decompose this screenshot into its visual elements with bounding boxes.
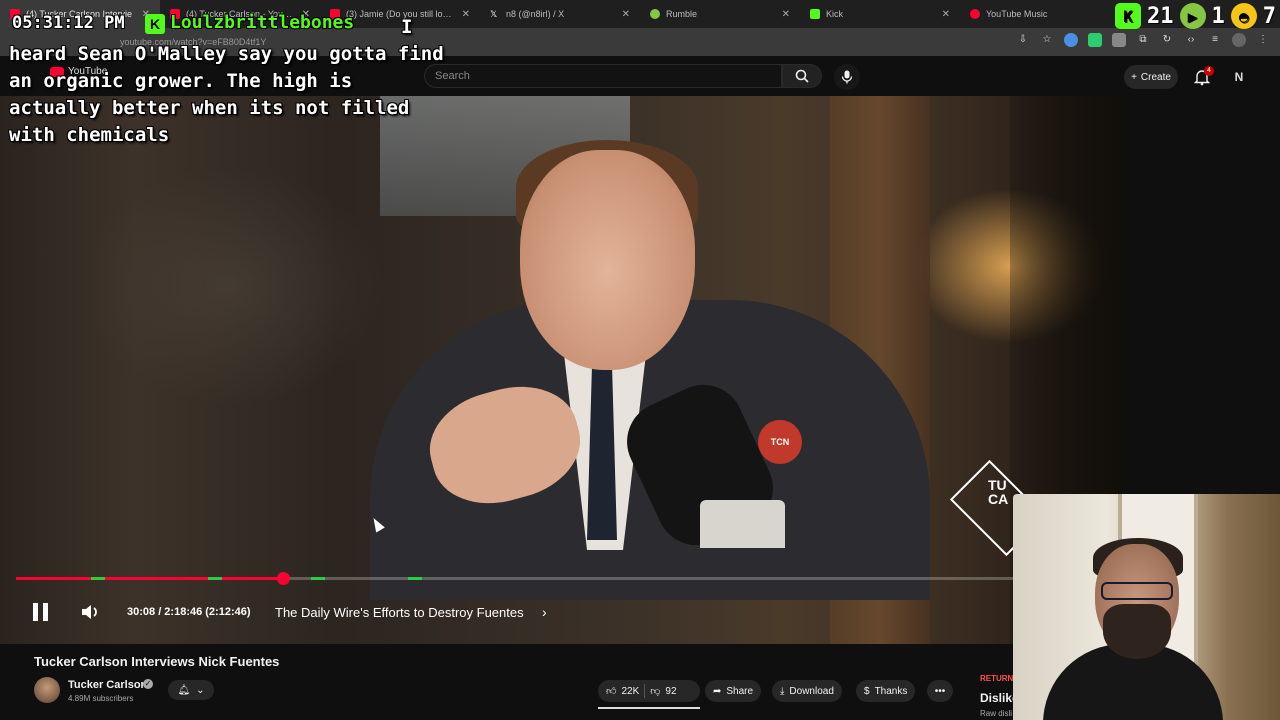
x-favicon-icon: 𝕏 (490, 9, 498, 19)
webcam-person-glasses (1101, 582, 1173, 600)
webcam-person-beard (1103, 604, 1171, 659)
download-icon: ⤓ (780, 685, 785, 697)
pause-icon (42, 603, 48, 621)
divider (644, 684, 646, 698)
close-tab-icon[interactable]: ✕ (782, 9, 790, 20)
menu-kebab-icon[interactable]: ⋮ (1256, 33, 1270, 47)
dislike-count[interactable]: 92 (665, 686, 676, 697)
progress-scrubber-handle[interactable] (277, 572, 291, 585)
youtube-music-favicon-icon (970, 9, 980, 19)
thanks-icon: $ (864, 685, 870, 697)
microphone-icon (841, 70, 853, 84)
stream-stats-overlay: K 21 ▶ 1 ◓ 7 (1115, 3, 1276, 29)
tab-title: n8 (@n8irl) / X (506, 9, 565, 19)
create-label: Create (1140, 71, 1171, 83)
overlay-clock: 05:31:12 PM (12, 13, 125, 33)
search-icon (795, 69, 809, 83)
video-mug (700, 500, 785, 548)
return-dislike-label: RETURN (980, 674, 1014, 683)
total-viewer-count: 7 (1262, 3, 1276, 29)
devtools-icon[interactable]: ‹› (1184, 33, 1198, 47)
subscribed-notifications-button[interactable]: 🔔︎ ⌄ (168, 680, 214, 700)
browser-tab-3[interactable]: 𝕏 n8 (@n8irl) / X ✕ (480, 0, 640, 28)
sunglasses-emoji-icon: ◓ (1230, 3, 1257, 29)
account-avatar[interactable]: N (1230, 68, 1248, 86)
rumble-play-icon: ▶ (1179, 3, 1206, 29)
channel-name[interactable]: Tucker Carlson (68, 679, 147, 691)
chapter-marker (208, 577, 222, 580)
chevron-down-icon: ⌄ (196, 684, 205, 696)
close-tab-icon[interactable]: ✕ (622, 9, 630, 20)
tab-title: Rumble (666, 9, 698, 19)
download-button[interactable]: ⤓ Download (772, 680, 842, 702)
tab-title: Kick (826, 9, 844, 19)
notification-count-badge: 4 (1204, 66, 1214, 76)
extension-icon[interactable] (1112, 33, 1126, 47)
screen: (4) Tucker Carlson Intervie ✕ (4) Tucker… (0, 0, 1280, 720)
download-label: Download (789, 685, 834, 697)
share-label: Share (726, 685, 754, 697)
profile-icon[interactable] (1232, 33, 1246, 47)
like-ratio-bar (598, 707, 700, 709)
browser-tab-4[interactable]: Rumble ✕ (640, 0, 800, 28)
rumble-viewer-count: 1 (1211, 3, 1225, 29)
raw-dislike-text: Raw disli (980, 709, 1013, 718)
kick-favicon-icon (810, 9, 820, 19)
volume-icon[interactable] (80, 602, 102, 622)
kick-logo-icon: K (1115, 3, 1141, 29)
pause-icon (32, 603, 38, 621)
search-input[interactable]: Search (424, 64, 782, 88)
chapter-title[interactable]: The Daily Wire's Efforts to Destroy Fuen… (275, 605, 524, 620)
video-title: Tucker Carlson Interviews Nick Fuentes (34, 654, 280, 669)
extension-toolbar: ⇩ ☆ ⧉ ↻ ‹› ≡ ⋮ (1016, 33, 1270, 47)
kick-viewer-count: 21 (1147, 3, 1174, 29)
thanks-label: Thanks (874, 685, 908, 697)
tab-title: YouTube Music (986, 9, 1048, 19)
like-dislike-group: 👍︎ 22K 👎︎ 92 (598, 680, 700, 702)
thumbs-down-icon[interactable]: 👎︎ (650, 685, 660, 697)
tucker-watermark-text: TU CA (988, 477, 1009, 507)
plus-icon: + (1131, 71, 1137, 83)
verified-check-icon: ✓ (143, 679, 153, 689)
extension-icon[interactable] (1064, 33, 1078, 47)
streamer-webcam (1013, 494, 1280, 720)
browser-tab-6[interactable]: YouTube Music (960, 0, 1120, 28)
puzzle-extensions-icon[interactable]: ⧉ (1136, 33, 1150, 47)
mic-logo: TCN (758, 420, 802, 464)
bell-icon: 🔔︎ (177, 684, 191, 696)
chevron-right-icon[interactable]: › (542, 604, 547, 620)
chapter-marker (311, 577, 325, 580)
more-horizontal-icon: ••• (934, 685, 946, 697)
search-button[interactable] (782, 64, 822, 88)
channel-avatar[interactable] (34, 677, 60, 703)
bookmark-star-icon[interactable]: ☆ (1040, 33, 1054, 47)
video-progress-bar[interactable] (16, 572, 1106, 585)
progress-played (16, 577, 284, 580)
thumbs-up-icon[interactable]: 👍︎ (606, 685, 616, 697)
kick-logo-icon: K (145, 14, 165, 34)
history-icon[interactable]: ↻ (1160, 33, 1174, 47)
chapter-marker (408, 577, 422, 580)
close-tab-icon[interactable]: ✕ (942, 9, 950, 20)
thanks-button[interactable]: $ Thanks (856, 680, 916, 702)
extension-icon[interactable] (1088, 33, 1102, 47)
more-actions-button[interactable]: ••• (927, 680, 953, 702)
create-button[interactable]: + Create (1124, 65, 1178, 89)
like-count[interactable]: 22K (621, 686, 639, 697)
subscriber-count: 4.89M subscribers (68, 694, 134, 703)
chat-message: I heard Sean O'Malley say you gotta find… (9, 16, 444, 146)
chat-username: Loulzbrittlebones (170, 12, 355, 33)
browser-tab-5[interactable]: Kick ✕ (800, 0, 960, 28)
reader-icon[interactable]: ≡ (1208, 33, 1222, 47)
rumble-favicon-icon (650, 9, 660, 19)
pause-button[interactable] (28, 600, 52, 624)
video-person-head (520, 150, 695, 370)
share-button[interactable]: ➦ Share (705, 680, 762, 702)
install-app-icon[interactable]: ⇩ (1016, 33, 1030, 47)
close-tab-icon[interactable]: ✕ (462, 9, 470, 20)
chapter-marker (91, 577, 105, 580)
voice-search-button[interactable] (834, 64, 860, 90)
share-arrow-icon: ➦ (713, 685, 722, 697)
time-display: 30:08 / 2:18:46 (2:12:46) (127, 606, 251, 618)
